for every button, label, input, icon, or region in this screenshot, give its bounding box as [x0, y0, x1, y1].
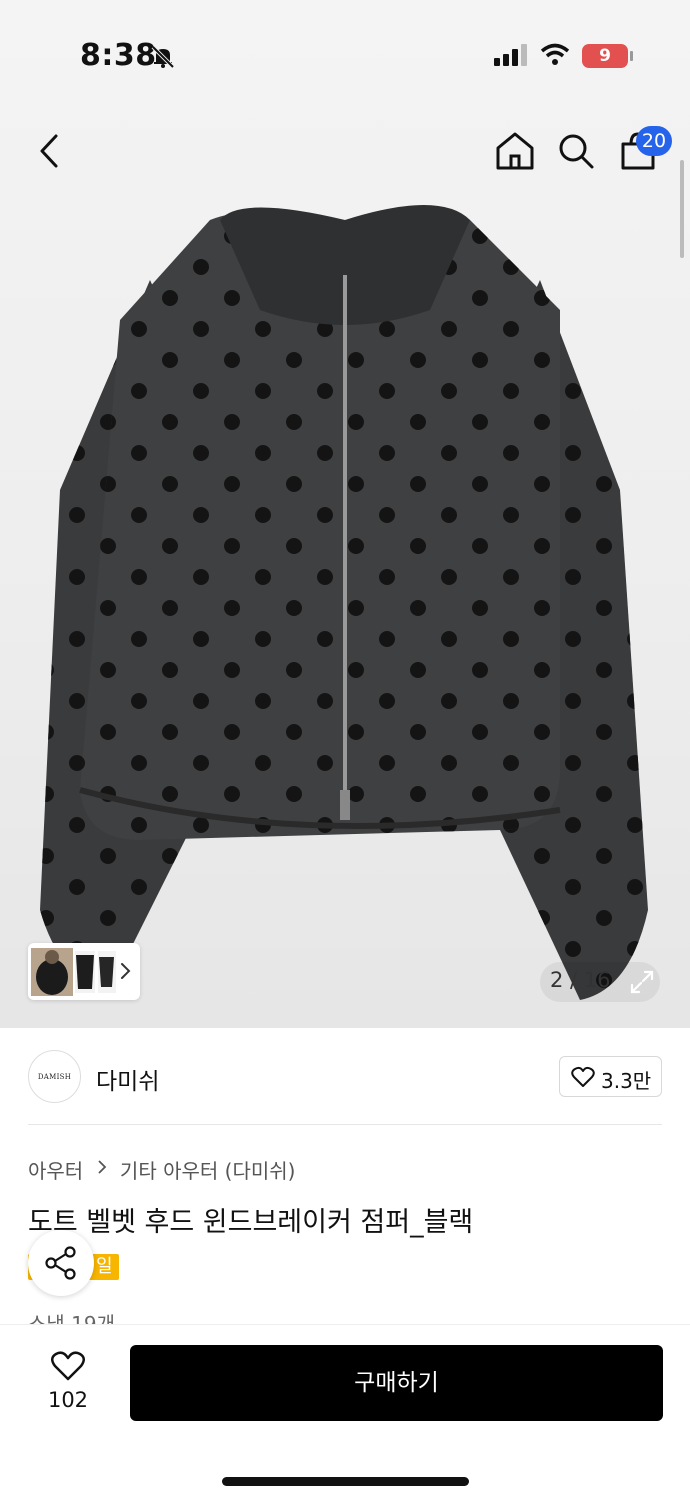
divider	[28, 1124, 662, 1125]
product-title: 도트 벨벳 후드 윈드브레이커 점퍼_블랙	[28, 1207, 474, 1238]
breadcrumb: 아우터 기타 아우터 (다미쉬)	[28, 1155, 295, 1184]
image-counter-text: 2 / 16	[550, 968, 611, 992]
share-button[interactable]	[28, 1230, 94, 1296]
cart-count-badge: 20	[636, 126, 672, 156]
breadcrumb-category[interactable]: 아우터	[28, 1159, 83, 1183]
scrollbar	[680, 160, 684, 258]
battery-tip	[630, 51, 633, 61]
chevron-right-icon	[121, 963, 131, 979]
home-indicator	[222, 1477, 469, 1486]
thumbnail-images	[31, 948, 116, 996]
battery-level: 9	[582, 44, 628, 68]
wifi-icon	[540, 43, 570, 65]
back-icon[interactable]	[30, 128, 70, 174]
buy-button[interactable]: 구매하기	[130, 1345, 663, 1421]
wish-count: 102	[47, 1388, 89, 1412]
bell-slash-icon	[151, 45, 175, 69]
heart-icon	[571, 1066, 595, 1087]
status-time: 8:38	[80, 38, 157, 73]
search-icon[interactable]	[556, 130, 596, 172]
heart-icon[interactable]	[50, 1350, 86, 1382]
jacket-image	[40, 205, 648, 1000]
brand-like-count: 3.3만	[601, 1069, 652, 1093]
expand-icon[interactable]	[628, 968, 656, 996]
home-icon[interactable]	[494, 130, 536, 172]
brand-name[interactable]: 다미쉬	[96, 1062, 159, 1096]
brand-like-button[interactable]: 3.3만	[559, 1056, 662, 1097]
share-icon	[45, 1246, 76, 1280]
thumbnail-preview[interactable]	[28, 943, 140, 1000]
chevron-right-icon	[97, 1160, 106, 1174]
breadcrumb-subcategory[interactable]: 기타 아우터 (다미쉬)	[120, 1159, 296, 1183]
image-counter: 2 / 16	[540, 962, 660, 1002]
signal-icon	[494, 44, 527, 66]
snap-count[interactable]: 스냅 19개	[28, 1308, 115, 1324]
brand-logo[interactable]: DAMISH	[28, 1050, 81, 1103]
status-bar: 8:38 9	[0, 0, 690, 110]
